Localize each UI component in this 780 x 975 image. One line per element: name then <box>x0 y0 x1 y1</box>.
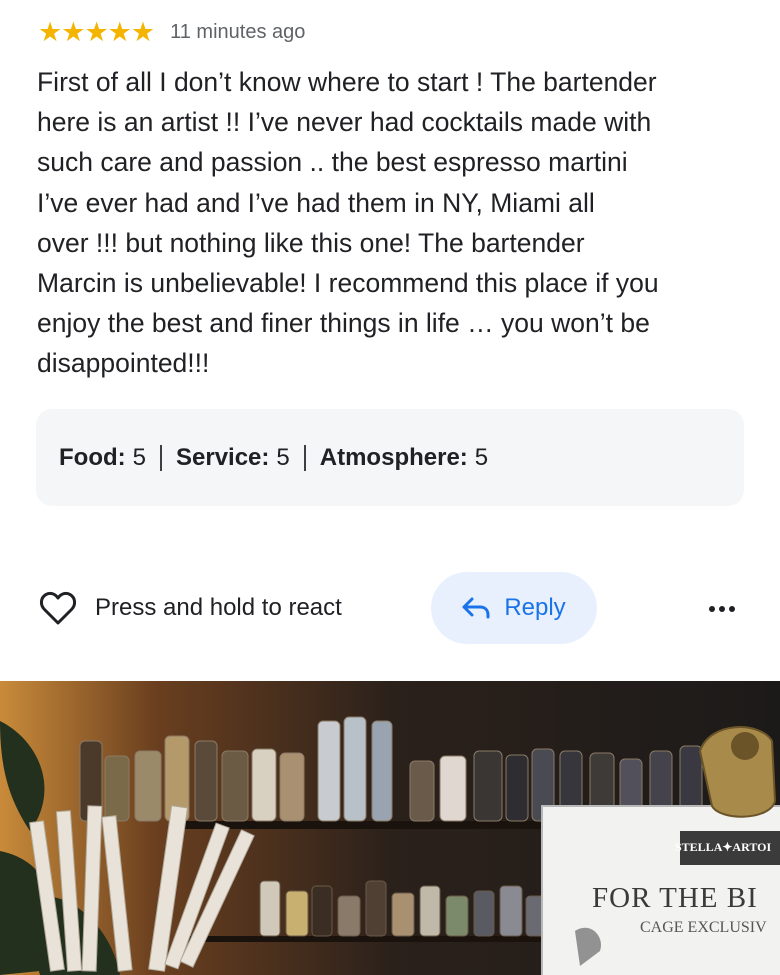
divider <box>160 444 162 471</box>
rating-atmosphere: Atmosphere 5 <box>320 444 488 472</box>
more-options-button[interactable] <box>700 595 744 623</box>
reply-button[interactable]: Reply <box>431 572 597 644</box>
react-label[interactable]: Press and hold to react <box>95 594 342 622</box>
star-icon: ★ <box>38 17 63 47</box>
rating-value: 5 <box>276 443 290 471</box>
ratings-summary: Food 5 Service 5 Atmosphere 5 <box>36 409 744 506</box>
star-icon: ★ <box>130 17 156 47</box>
rating-label: Atmosphere <box>320 444 468 472</box>
star-icon: ★ <box>84 17 109 47</box>
star-icon: ★ <box>107 17 132 47</box>
sign-subtitle-text: CAGE EXCLUSIV <box>640 919 767 936</box>
rating-value: 5 <box>132 443 146 471</box>
review-header: ★ ★ ★ ★ ★ 11 minutes ago <box>38 18 305 46</box>
review-photo[interactable]: STELLA✦ARTOI FOR THE BI CAGE EXCLUSIV <box>0 681 780 975</box>
more-dot <box>719 606 725 612</box>
rating-label: Service <box>176 444 269 472</box>
rating-value: 5 <box>474 443 489 471</box>
rating-label: Food <box>59 444 126 472</box>
divider <box>303 444 306 471</box>
star-icon: ★ <box>61 17 86 47</box>
sign-title-text: FOR THE BI <box>592 882 758 914</box>
review-timestamp: 11 minutes ago <box>170 20 306 43</box>
reply-label: Reply <box>504 594 566 621</box>
more-dot <box>729 606 735 612</box>
review-text: First of all I don’t know where to start… <box>37 67 659 379</box>
reply-arrow-icon <box>462 597 490 619</box>
sign-brand-text: STELLA✦ARTOI <box>675 840 771 854</box>
heart-icon[interactable] <box>39 590 77 626</box>
star-rating: ★ ★ ★ ★ ★ <box>38 17 156 47</box>
rating-food: Food 5 <box>59 444 146 472</box>
more-dot <box>709 606 715 612</box>
rating-service: Service 5 <box>176 444 290 472</box>
